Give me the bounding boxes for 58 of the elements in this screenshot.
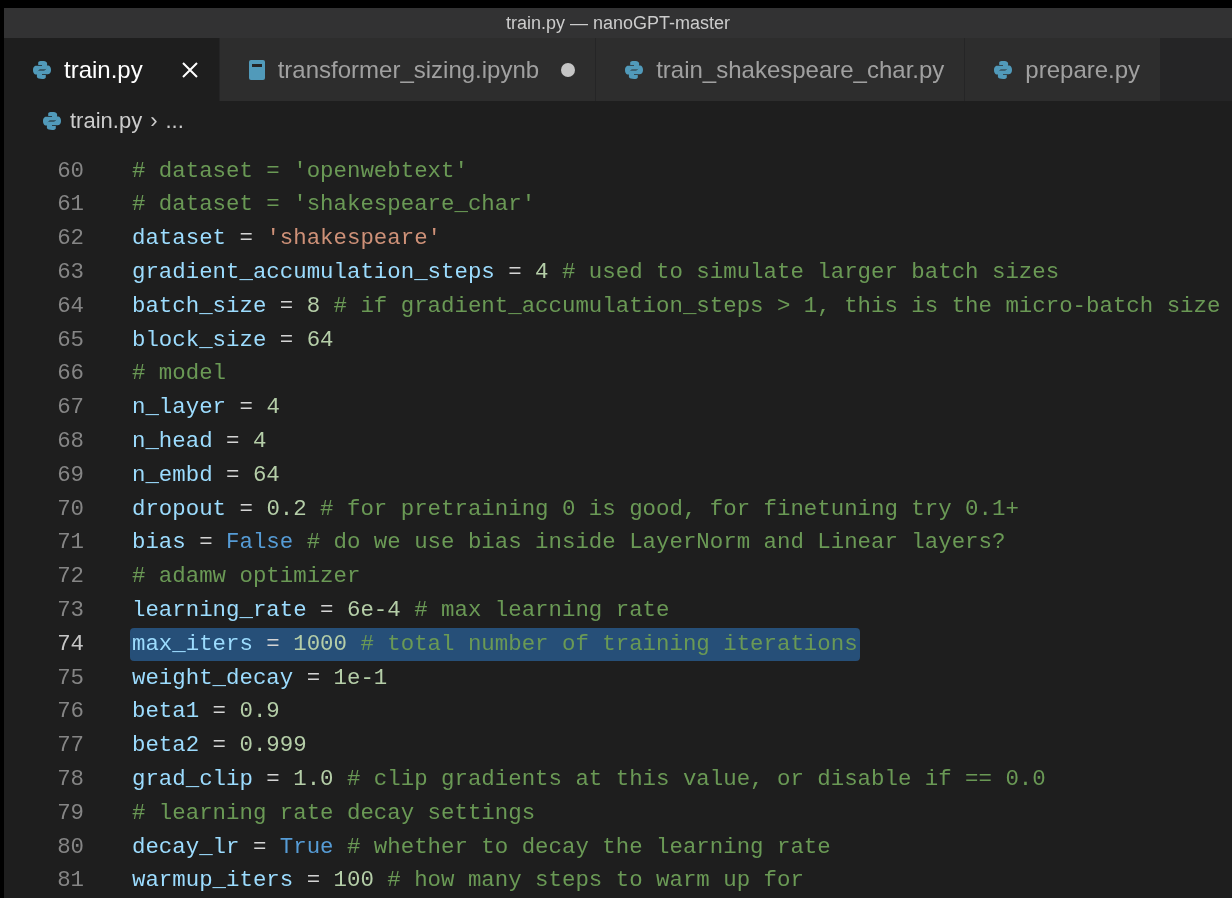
code-line: # dataset = 'openwebtext' [131,156,469,186]
code-line: n_layer = 4 [131,393,281,423]
code-line: warmup_iters = 100 # how many steps to warm up for [131,866,805,896]
line-number: 71 [56,528,84,558]
line-number: 65 [56,325,84,355]
code-line: n_embd = 64 [131,460,281,490]
close-icon[interactable] [180,60,199,79]
line-number: 81 [56,866,84,896]
code-line: weight_decay = 1e-1 [131,663,389,693]
line-number: 61 [56,190,84,220]
line-number: 72 [56,562,84,592]
code-line: bias = False # do we use bias inside LayerNorm and Linear layers? [131,528,1007,558]
breadcrumb-file[interactable]: train.py [70,104,143,138]
line-number: 70 [56,494,84,524]
line-number: 78 [56,764,84,794]
editor-tab[interactable]: train.py [4,38,220,102]
line-number: 76 [56,697,84,727]
code-line: n_head = 4 [131,426,268,456]
line-number: 68 [56,426,84,456]
line-number: 66 [56,359,84,389]
line-number: 77 [56,731,84,761]
line-number: 67 [56,393,84,423]
line-number: 63 [56,257,84,287]
line-number: 64 [56,291,84,321]
notebook-icon [247,58,266,81]
line-number: 60 [56,156,84,186]
code-line: # model [131,359,228,389]
code-line: # learning rate decay settings [131,798,537,828]
line-number: 73 [56,595,84,625]
breadcrumb-separator: › [150,107,158,136]
editor-tab[interactable]: train_shakespeare_char.py [596,38,966,102]
line-number: 75 [56,663,84,693]
code-line: beta2 = 0.999 [131,731,308,761]
code-line: grad_clip = 1.0 # clip gradients at this value, or disable if == 0.0 [131,764,1047,794]
code-line: # adamw optimizer [131,562,362,592]
code-line: learning_rate = 6e-4 # max learning rate [131,595,671,625]
python-icon [624,59,645,80]
line-number: 79 [56,798,84,828]
code-line: gradient_accumulation_steps = 4 # used to simulate larger batch sizes [131,257,1061,287]
python-icon [993,59,1014,80]
code-line: # dataset = 'shakespeare_char' [131,190,537,220]
editor-tab[interactable]: transformer_sizing.ipynb [219,38,597,102]
python-icon [32,59,52,80]
line-number: 80 [56,832,84,862]
code-line: dropout = 0.2 # for pretraining 0 is good, for finetuning try 0.1+ [131,494,1020,524]
code-line: beta1 = 0.9 [131,697,281,727]
code-line: batch_size = 8 # if gradient_accumulation_steps > 1, this is the micro-batch size [131,291,1222,321]
code-line: block_size = 64 [131,325,335,355]
editor-tab[interactable]: prepare.py [965,38,1162,102]
line-number: 62 [56,224,84,254]
unsaved-dot-icon [561,62,576,77]
window-title: train.py — nanoGPT-master [505,11,731,35]
python-icon [42,110,62,131]
breadcrumb-more[interactable]: ... [165,104,184,138]
line-number: 69 [56,460,84,490]
code-line: dataset = 'shakespeare' [131,224,443,254]
line-number: 74 [56,629,84,659]
code-line: decay_lr = True # whether to decay the learning rate [131,832,832,862]
